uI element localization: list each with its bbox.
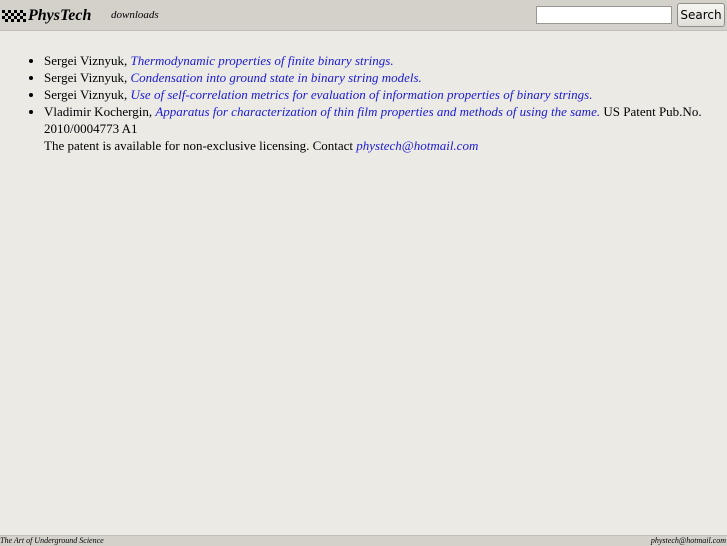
publication-link[interactable]: Apparatus for characterization of thin f… — [155, 104, 600, 119]
nav-link-downloads[interactable]: downloads — [111, 9, 159, 21]
publication-author: Vladimir Kochergin, — [44, 104, 156, 119]
licensing-text: The patent is available for non-exclusiv… — [44, 138, 357, 153]
publication-link[interactable]: Thermodynamic properties of finite binar… — [130, 53, 393, 68]
publication-author: Sergei Viznyuk, — [44, 53, 131, 68]
logo-text: PhysTech — [28, 7, 92, 24]
publication-link[interactable]: Condensation into ground state in binary… — [130, 70, 421, 85]
site-logo[interactable]: PhysTech — [2, 5, 91, 27]
licensing-note: The patent is available for non-exclusiv… — [44, 137, 704, 154]
contact-email-link[interactable]: phystech@hotmail.com — [356, 138, 478, 153]
search-button[interactable]: Search — [677, 3, 725, 27]
search-input[interactable] — [536, 6, 672, 24]
list-item: Sergei Viznyuk, Use of self-correlation … — [44, 86, 704, 103]
publication-list: Sergei Viznyuk, Thermodynamic properties… — [0, 52, 704, 154]
publication-author: Sergei Viznyuk, — [44, 70, 131, 85]
publication-link[interactable]: Use of self-correlation metrics for eval… — [130, 87, 592, 102]
checkered-dots-icon — [2, 9, 26, 22]
list-item: Sergei Viznyuk, Thermodynamic properties… — [44, 52, 704, 69]
footer-bar: The Art of Underground Science phystеch@… — [0, 535, 727, 546]
list-item: Vladimir Kochergin, Apparatus for charac… — [44, 103, 704, 154]
list-item: Sergei Viznyuk, Condensation into ground… — [44, 69, 704, 86]
publication-author: Sergei Viznyuk, — [44, 87, 131, 102]
header-bar: PhysTech downloads Search — [0, 0, 727, 31]
main-content: Sergei Viznyuk, Thermodynamic properties… — [0, 30, 727, 154]
